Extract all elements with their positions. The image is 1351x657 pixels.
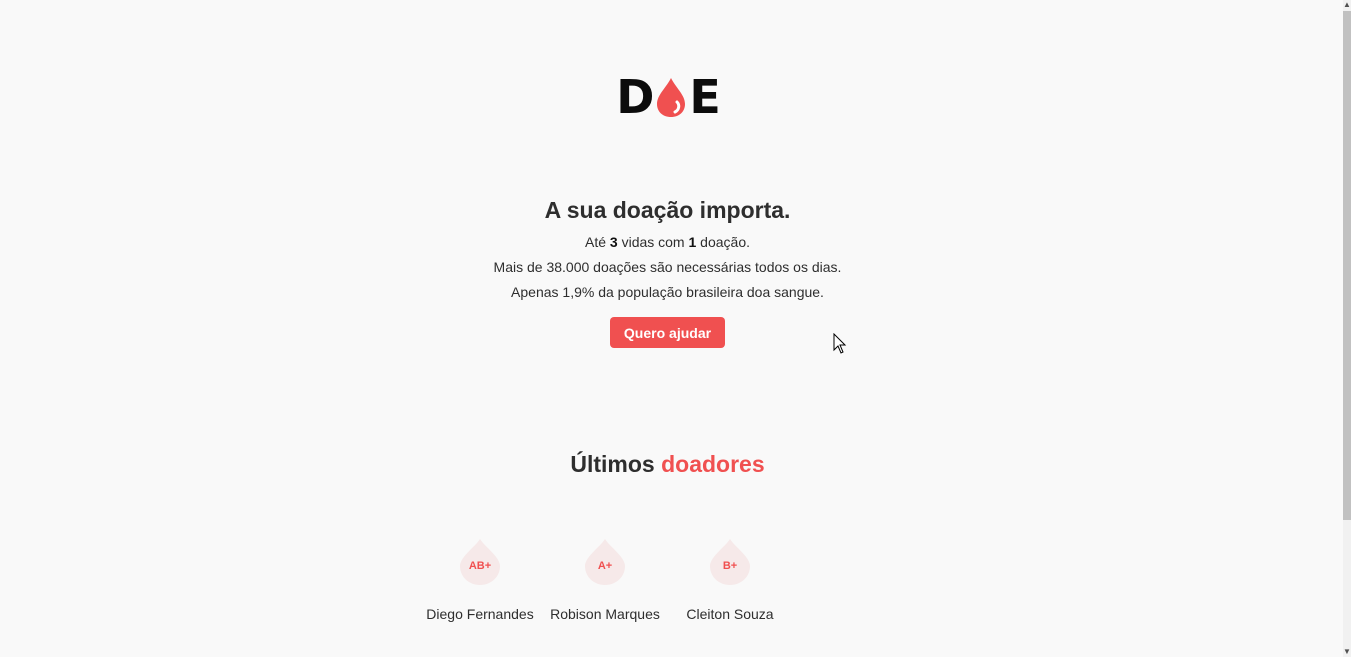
donor-card: A+ Robison Marques bbox=[540, 537, 670, 627]
page: D E A sua doação importa. Até 3 vidas co… bbox=[0, 0, 1351, 657]
quero-ajudar-button[interactable]: Quero ajudar bbox=[610, 317, 725, 348]
donor-name: Robison Marques bbox=[550, 606, 660, 622]
donor-card: B+ Cleiton Souza bbox=[665, 537, 795, 627]
section-title-text: Últimos bbox=[570, 451, 662, 477]
mouse-cursor-icon bbox=[833, 333, 847, 354]
donor-card: AB+ Diego Fernandes bbox=[415, 537, 545, 627]
logo-letter-e: E bbox=[689, 70, 720, 124]
section-title-donors: Últimos doadores bbox=[0, 451, 1335, 478]
hero-stat-donations: Mais de 38.000 doações são necessárias t… bbox=[493, 259, 842, 275]
hero-stat-population: Apenas 1,9% da população brasileira doa … bbox=[511, 284, 824, 300]
blood-type-badge: AB+ bbox=[459, 537, 501, 587]
hero-stat-number: 3 bbox=[609, 234, 618, 250]
hero-stat-text: doação. bbox=[696, 234, 751, 250]
blood-type-badge: A+ bbox=[584, 537, 626, 587]
hero-title: A sua doação importa. bbox=[544, 197, 791, 223]
section-title-accent: doadores bbox=[661, 451, 765, 477]
blood-type-badge: B+ bbox=[709, 537, 751, 587]
blood-type-label: A+ bbox=[597, 560, 613, 572]
vertical-scrollbar[interactable]: ▲ ▼ bbox=[1343, 0, 1351, 657]
blood-drop-icon bbox=[654, 75, 688, 119]
logo-letter-d: D bbox=[616, 70, 654, 124]
scroll-up-arrow-icon[interactable]: ▲ bbox=[1343, 0, 1351, 10]
main-content: D E A sua doação importa. Até 3 vidas co… bbox=[0, 0, 1335, 657]
scroll-down-arrow-icon[interactable]: ▼ bbox=[1343, 647, 1351, 657]
blood-type-label: B+ bbox=[722, 560, 738, 572]
logo: D E bbox=[616, 70, 721, 124]
donor-name: Cleiton Souza bbox=[686, 606, 774, 622]
hero-stat-text: vidas com bbox=[617, 234, 689, 250]
donor-name: Diego Fernandes bbox=[426, 606, 534, 622]
scrollbar-thumb[interactable] bbox=[1343, 11, 1351, 520]
hero-stat-text: Até bbox=[584, 234, 610, 250]
blood-type-label: AB+ bbox=[468, 560, 492, 572]
hero-stat-lives: Até 3 vidas com 1 doação. bbox=[0, 234, 1335, 250]
